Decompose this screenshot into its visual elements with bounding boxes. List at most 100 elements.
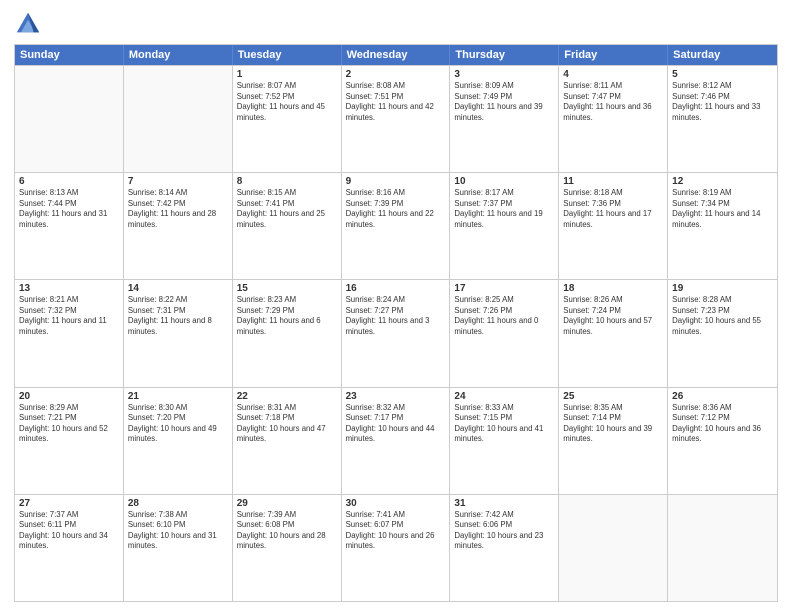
calendar-cell-8: 8Sunrise: 8:15 AMSunset: 7:41 PMDaylight… [233,173,342,279]
sunrise-text: Sunrise: 8:29 AM [19,403,119,414]
calendar-cell-26: 26Sunrise: 8:36 AMSunset: 7:12 PMDayligh… [668,388,777,494]
day-number: 13 [19,283,119,294]
calendar-cell-3: 3Sunrise: 8:09 AMSunset: 7:49 PMDaylight… [450,66,559,172]
sunrise-text: Sunrise: 8:23 AM [237,295,337,306]
sunrise-text: Sunrise: 8:08 AM [346,81,446,92]
calendar-cell-23: 23Sunrise: 8:32 AMSunset: 7:17 PMDayligh… [342,388,451,494]
day-number: 27 [19,498,119,509]
sunset-text: Sunset: 7:37 PM [454,199,554,210]
calendar-cell-6: 6Sunrise: 8:13 AMSunset: 7:44 PMDaylight… [15,173,124,279]
day-number: 25 [563,391,663,402]
sunset-text: Sunset: 7:21 PM [19,413,119,424]
calendar-cell-15: 15Sunrise: 8:23 AMSunset: 7:29 PMDayligh… [233,280,342,386]
page: SundayMondayTuesdayWednesdayThursdayFrid… [0,0,792,612]
daylight-text: Daylight: 11 hours and 22 minutes. [346,209,446,230]
calendar-cell-16: 16Sunrise: 8:24 AMSunset: 7:27 PMDayligh… [342,280,451,386]
day-number: 1 [237,69,337,80]
sunrise-text: Sunrise: 8:17 AM [454,188,554,199]
calendar-weekday-monday: Monday [124,45,233,65]
day-number: 4 [563,69,663,80]
daylight-text: Daylight: 10 hours and 41 minutes. [454,424,554,445]
daylight-text: Daylight: 11 hours and 0 minutes. [454,316,554,337]
sunset-text: Sunset: 7:41 PM [237,199,337,210]
calendar-weekday-tuesday: Tuesday [233,45,342,65]
daylight-text: Daylight: 10 hours and 23 minutes. [454,531,554,552]
calendar-cell-1: 1Sunrise: 8:07 AMSunset: 7:52 PMDaylight… [233,66,342,172]
calendar-cell-20: 20Sunrise: 8:29 AMSunset: 7:21 PMDayligh… [15,388,124,494]
sunset-text: Sunset: 7:34 PM [672,199,773,210]
day-number: 22 [237,391,337,402]
calendar-weekday-wednesday: Wednesday [342,45,451,65]
sunset-text: Sunset: 7:12 PM [672,413,773,424]
calendar-cell-10: 10Sunrise: 8:17 AMSunset: 7:37 PMDayligh… [450,173,559,279]
sunset-text: Sunset: 7:46 PM [672,92,773,103]
sunrise-text: Sunrise: 8:36 AM [672,403,773,414]
sunset-text: Sunset: 7:18 PM [237,413,337,424]
sunrise-text: Sunrise: 8:15 AM [237,188,337,199]
day-number: 5 [672,69,773,80]
sunset-text: Sunset: 7:42 PM [128,199,228,210]
day-number: 26 [672,391,773,402]
calendar-week-3: 13Sunrise: 8:21 AMSunset: 7:32 PMDayligh… [15,279,777,386]
sunset-text: Sunset: 6:10 PM [128,520,228,531]
calendar-cell-12: 12Sunrise: 8:19 AMSunset: 7:34 PMDayligh… [668,173,777,279]
logo-icon [14,10,42,38]
daylight-text: Daylight: 10 hours and 49 minutes. [128,424,228,445]
daylight-text: Daylight: 11 hours and 36 minutes. [563,102,663,123]
sunrise-text: Sunrise: 8:31 AM [237,403,337,414]
calendar-cell-27: 27Sunrise: 7:37 AMSunset: 6:11 PMDayligh… [15,495,124,601]
logo [14,10,46,38]
sunrise-text: Sunrise: 8:22 AM [128,295,228,306]
day-number: 15 [237,283,337,294]
calendar-week-4: 20Sunrise: 8:29 AMSunset: 7:21 PMDayligh… [15,387,777,494]
day-number: 7 [128,176,228,187]
sunset-text: Sunset: 7:39 PM [346,199,446,210]
daylight-text: Daylight: 10 hours and 28 minutes. [237,531,337,552]
daylight-text: Daylight: 11 hours and 25 minutes. [237,209,337,230]
day-number: 31 [454,498,554,509]
page-header [14,10,778,38]
daylight-text: Daylight: 10 hours and 31 minutes. [128,531,228,552]
day-number: 24 [454,391,554,402]
calendar-cell-4: 4Sunrise: 8:11 AMSunset: 7:47 PMDaylight… [559,66,668,172]
day-number: 11 [563,176,663,187]
day-number: 9 [346,176,446,187]
sunset-text: Sunset: 7:23 PM [672,306,773,317]
sunrise-text: Sunrise: 8:18 AM [563,188,663,199]
sunset-text: Sunset: 7:17 PM [346,413,446,424]
sunset-text: Sunset: 6:11 PM [19,520,119,531]
calendar-week-5: 27Sunrise: 7:37 AMSunset: 6:11 PMDayligh… [15,494,777,601]
sunset-text: Sunset: 7:36 PM [563,199,663,210]
day-number: 3 [454,69,554,80]
calendar-cell-7: 7Sunrise: 8:14 AMSunset: 7:42 PMDaylight… [124,173,233,279]
calendar-cell-18: 18Sunrise: 8:26 AMSunset: 7:24 PMDayligh… [559,280,668,386]
daylight-text: Daylight: 11 hours and 31 minutes. [19,209,119,230]
calendar-cell-2: 2Sunrise: 8:08 AMSunset: 7:51 PMDaylight… [342,66,451,172]
sunrise-text: Sunrise: 8:16 AM [346,188,446,199]
daylight-text: Daylight: 11 hours and 39 minutes. [454,102,554,123]
calendar-body: 1Sunrise: 8:07 AMSunset: 7:52 PMDaylight… [15,65,777,601]
calendar-cell-21: 21Sunrise: 8:30 AMSunset: 7:20 PMDayligh… [124,388,233,494]
daylight-text: Daylight: 10 hours and 57 minutes. [563,316,663,337]
calendar-cell-13: 13Sunrise: 8:21 AMSunset: 7:32 PMDayligh… [15,280,124,386]
calendar-cell-29: 29Sunrise: 7:39 AMSunset: 6:08 PMDayligh… [233,495,342,601]
sunset-text: Sunset: 6:06 PM [454,520,554,531]
sunset-text: Sunset: 7:27 PM [346,306,446,317]
sunrise-text: Sunrise: 8:13 AM [19,188,119,199]
calendar-cell-30: 30Sunrise: 7:41 AMSunset: 6:07 PMDayligh… [342,495,451,601]
calendar-cell-empty [15,66,124,172]
sunrise-text: Sunrise: 8:35 AM [563,403,663,414]
day-number: 12 [672,176,773,187]
calendar-cell-22: 22Sunrise: 8:31 AMSunset: 7:18 PMDayligh… [233,388,342,494]
daylight-text: Daylight: 11 hours and 33 minutes. [672,102,773,123]
sunrise-text: Sunrise: 8:14 AM [128,188,228,199]
calendar-cell-empty [668,495,777,601]
sunrise-text: Sunrise: 8:28 AM [672,295,773,306]
sunset-text: Sunset: 7:29 PM [237,306,337,317]
sunrise-text: Sunrise: 8:30 AM [128,403,228,414]
daylight-text: Daylight: 11 hours and 19 minutes. [454,209,554,230]
day-number: 30 [346,498,446,509]
daylight-text: Daylight: 10 hours and 52 minutes. [19,424,119,445]
calendar-cell-14: 14Sunrise: 8:22 AMSunset: 7:31 PMDayligh… [124,280,233,386]
calendar-cell-24: 24Sunrise: 8:33 AMSunset: 7:15 PMDayligh… [450,388,559,494]
